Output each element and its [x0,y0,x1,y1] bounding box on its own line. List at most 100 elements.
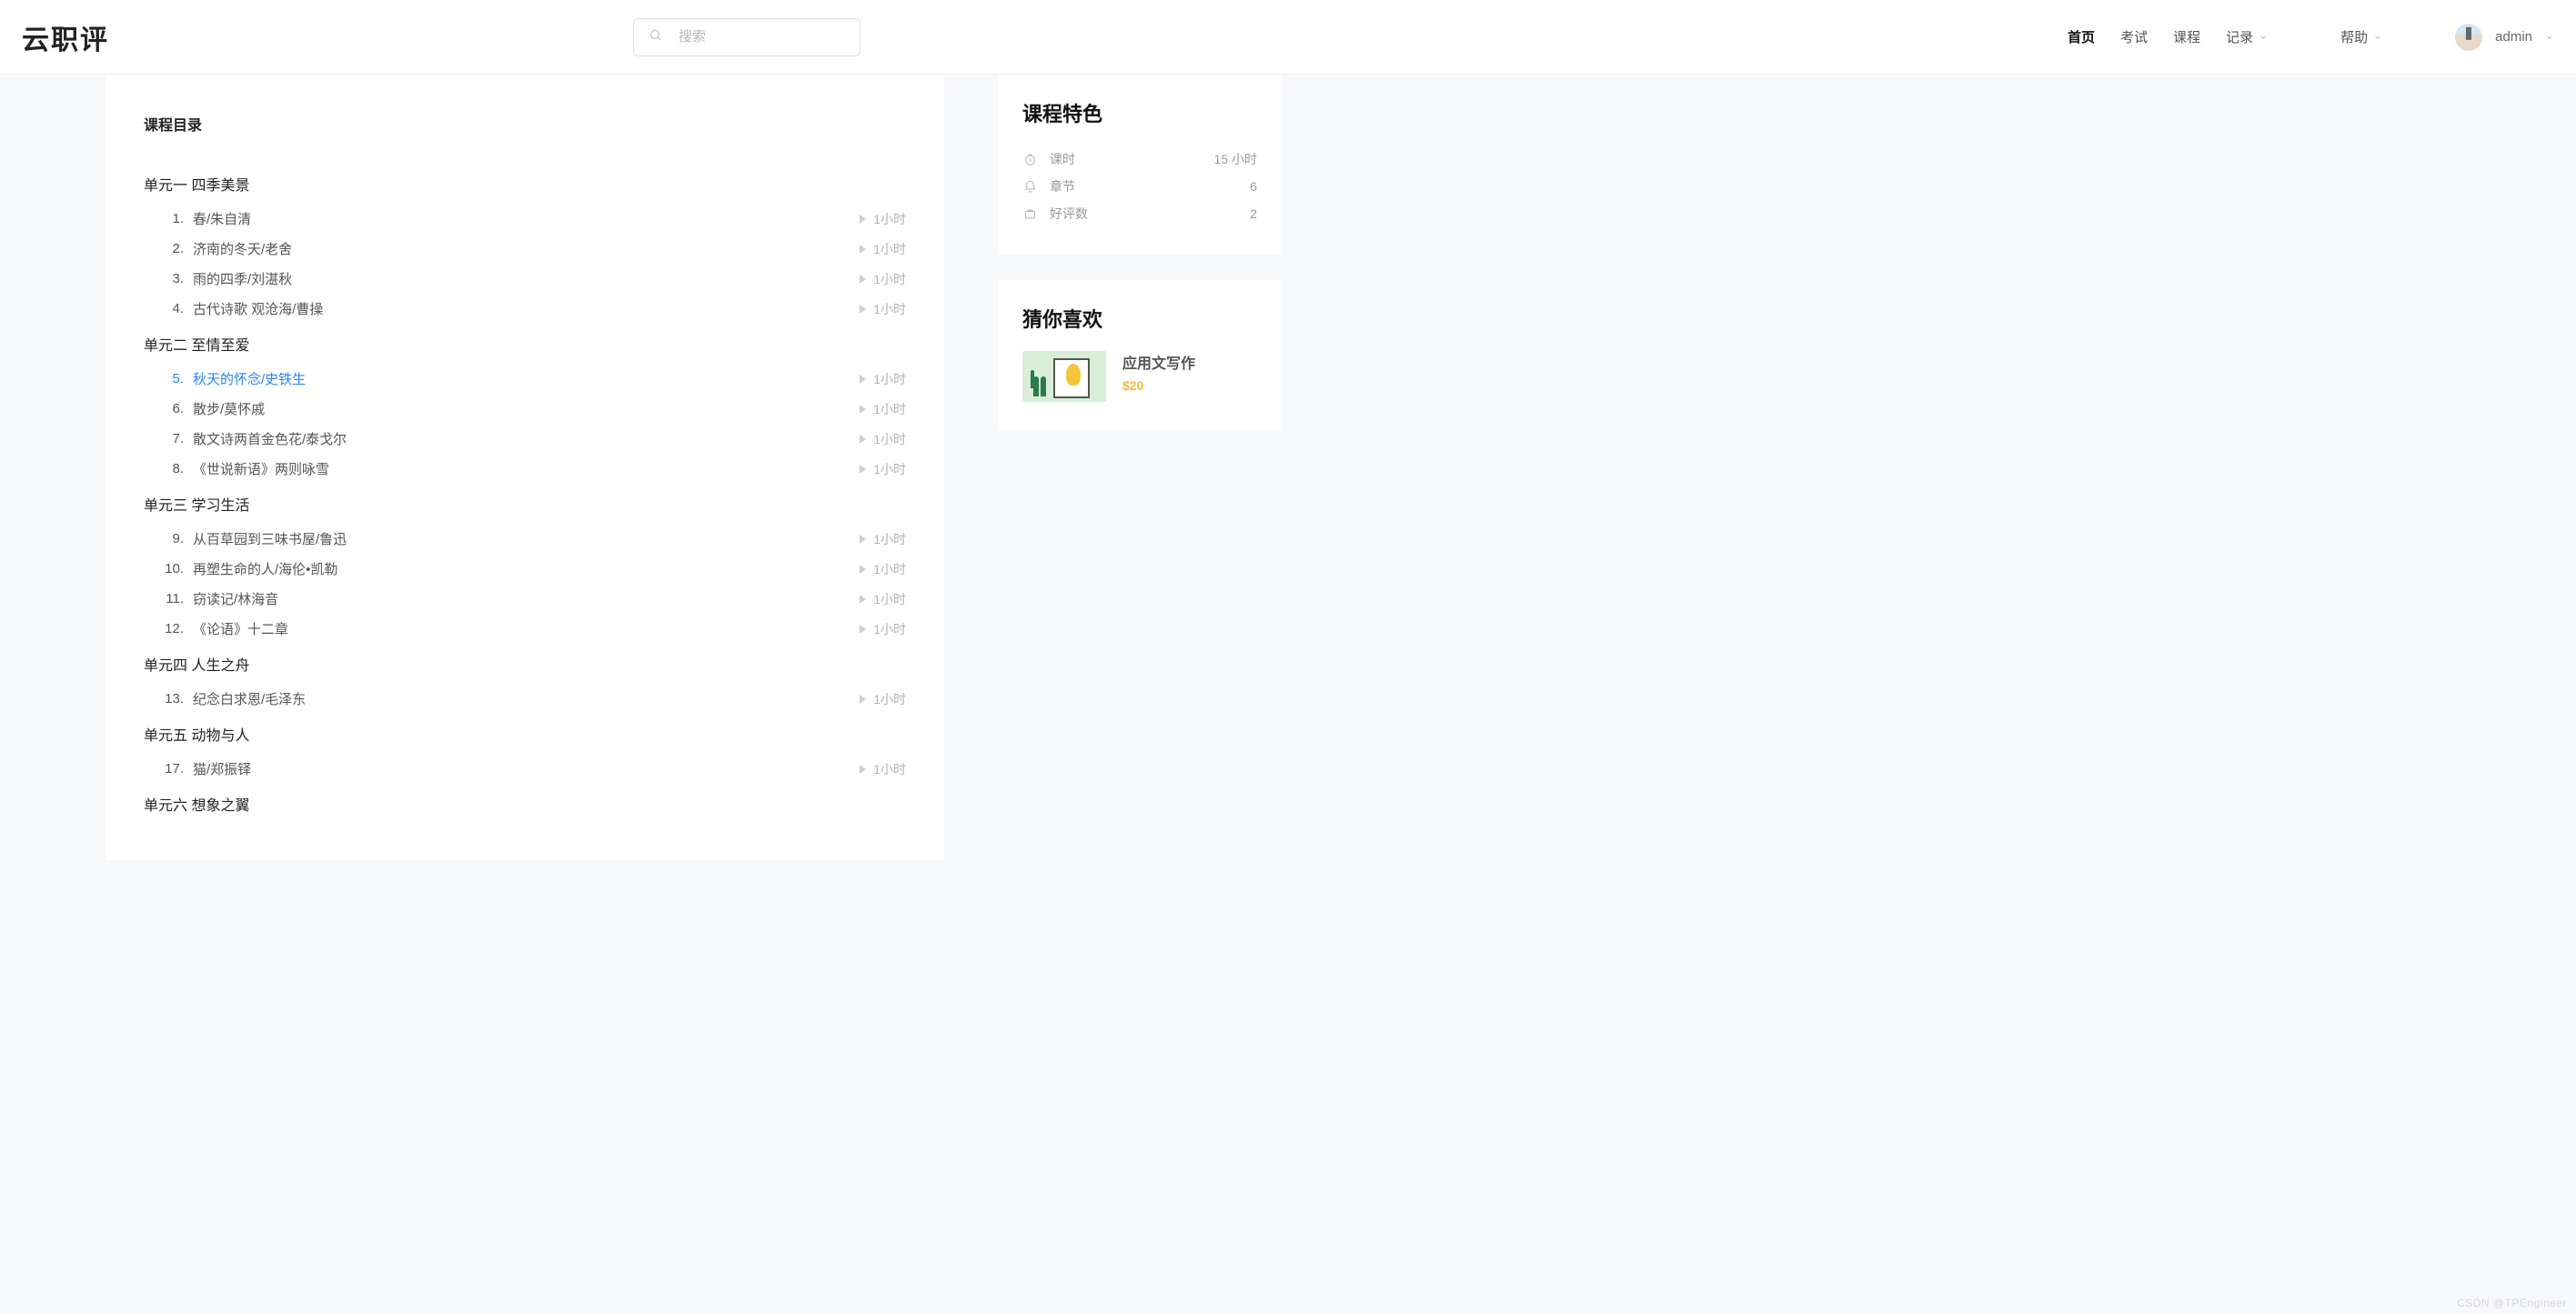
search-icon [649,28,662,46]
unit-title[interactable]: 单元三 学习生活 [144,484,906,524]
lesson-meta: 1小时 [860,240,906,258]
recommend-item[interactable]: 应用文写作 $20 [1022,351,1257,402]
lesson-number: 6. [144,401,193,416]
play-icon [860,245,866,254]
lesson-number: 17. [144,761,193,777]
lesson-item[interactable]: 1.春/朱自清 1小时 [144,204,906,234]
lesson-meta: 1小时 [860,590,906,608]
search-box[interactable] [633,18,860,56]
recommend-title: 应用文写作 [1122,351,1195,373]
lesson-meta: 1小时 [860,690,906,708]
lesson-item[interactable]: 11.窃读记/林海音 1小时 [144,584,906,614]
search-input[interactable] [679,29,845,45]
lesson-meta: 1小时 [860,300,906,318]
lesson-number: 7. [144,431,193,446]
lesson-title: 窃读记/林海音 [193,589,860,608]
lesson-number: 1. [144,211,193,226]
unit-title[interactable]: 单元五 动物与人 [144,714,906,754]
lesson-item[interactable]: 6.散步/莫怀戚 1小时 [144,394,906,424]
unit-title[interactable]: 单元六 想象之翼 [144,784,906,824]
lesson-duration: 1小时 [873,300,906,318]
feature-value: 15 小时 [1214,150,1257,168]
outline-heading: 课程目录 [144,113,906,135]
lesson-meta: 1小时 [860,460,906,478]
recommend-thumb [1022,351,1106,402]
lesson-duration: 1小时 [873,270,906,288]
play-icon [860,305,866,314]
nav-help-label: 帮助 [2340,27,2368,46]
chevron-down-icon [2259,33,2268,42]
play-icon [860,535,866,544]
lesson-number: 11. [144,591,193,606]
lesson-duration: 1小时 [873,210,906,228]
unit-title[interactable]: 单元二 至情至爱 [144,324,906,364]
play-icon [860,275,866,284]
play-icon [860,695,866,704]
lesson-title: 纪念白求恩/毛泽东 [193,689,860,708]
lesson-number: 9. [144,531,193,546]
play-icon [860,405,866,414]
feature-row: 好评数2 [1022,200,1257,227]
lesson-duration: 1小时 [873,370,906,388]
play-icon [860,465,866,474]
features-card: 课程特色 课时15 小时章节6好评数2 [999,75,1281,255]
lesson-title: 《世说新语》两则咏雪 [193,459,860,478]
lesson-title: 再塑生命的人/海伦•凯勒 [193,559,860,578]
lesson-duration: 1小时 [873,460,906,478]
lesson-meta: 1小时 [860,270,906,288]
logo[interactable]: 云职评 [22,17,109,57]
lesson-item[interactable]: 10.再塑生命的人/海伦•凯勒1小时 [144,554,906,584]
feature-row: 章节6 [1022,173,1257,200]
play-icon [860,565,866,574]
lesson-meta: 1小时 [860,370,906,388]
lesson-item[interactable]: 5.秋天的怀念/史铁生1小时 [144,364,906,394]
lesson-item[interactable]: 7.散文诗两首金色花/泰戈尔1小时 [144,424,906,454]
lesson-duration: 1小时 [873,590,906,608]
feature-label: 课时 [1050,150,1202,168]
lesson-item[interactable]: 17.猫/郑振铎1小时 [144,754,906,784]
lesson-title: 济南的冬天/老舍 [193,239,860,258]
lesson-duration: 1小时 [873,400,906,418]
lesson-meta: 1小时 [860,430,906,448]
user-menu[interactable]: admin [2455,24,2554,51]
lesson-meta: 1小时 [860,400,906,418]
lesson-duration: 1小时 [873,430,906,448]
lesson-title: 散步/莫怀戚 [193,399,860,418]
nav-help[interactable]: 帮助 [2340,27,2382,46]
lesson-item[interactable]: 8.《世说新语》两则咏雪1小时 [144,454,906,484]
recommend-card: 猜你喜欢 应用文写作 $20 [999,280,1281,429]
lesson-title: 《论语》十二章 [193,619,860,638]
lesson-item[interactable]: 9.从百草园到三味书屋/鲁迅1小时 [144,524,906,554]
play-icon [860,625,866,634]
lesson-number: 3. [144,271,193,286]
feature-value: 2 [1250,206,1257,221]
nav-home[interactable]: 首页 [2068,27,2095,46]
play-icon [860,765,866,774]
nav-exam[interactable]: 考试 [2120,27,2148,46]
watermark: CSDN @TPEngineer [2457,1297,2567,1309]
avatar [2455,24,2482,51]
lesson-title: 春/朱自清 [193,209,860,228]
username: admin [2495,29,2532,45]
unit-title[interactable]: 单元一 四季美景 [144,164,906,204]
recommend-heading: 猜你喜欢 [1022,304,1257,333]
lesson-duration: 1小时 [873,690,906,708]
lesson-number: 5. [144,371,193,386]
lesson-item[interactable]: 12.《论语》十二章1小时 [144,614,906,644]
course-outline-card: 课程目录 单元一 四季美景1.春/朱自清1小时2.济南的冬天/老舍1小时3.雨的… [106,75,944,860]
feature-label: 章节 [1050,177,1237,195]
play-icon [860,595,866,604]
lesson-duration: 1小时 [873,560,906,578]
unit-title[interactable]: 单元四 人生之舟 [144,644,906,684]
lesson-item[interactable]: 4.古代诗歌 观沧海/曹操1小时 [144,294,906,324]
lesson-item[interactable]: 13.纪念白求恩/毛泽东1小时 [144,684,906,714]
lesson-title: 雨的四季/刘湛秋 [193,269,860,288]
box-icon [1022,206,1037,221]
nav-course[interactable]: 课程 [2173,27,2200,46]
lesson-item[interactable]: 3.雨的四季/刘湛秋 1小时 [144,264,906,294]
nav-record[interactable]: 记录 [2226,27,2268,46]
bell-icon [1022,179,1037,194]
recommend-price: $20 [1122,378,1195,393]
lesson-number: 4. [144,301,193,316]
lesson-item[interactable]: 2.济南的冬天/老舍1小时 [144,234,906,264]
